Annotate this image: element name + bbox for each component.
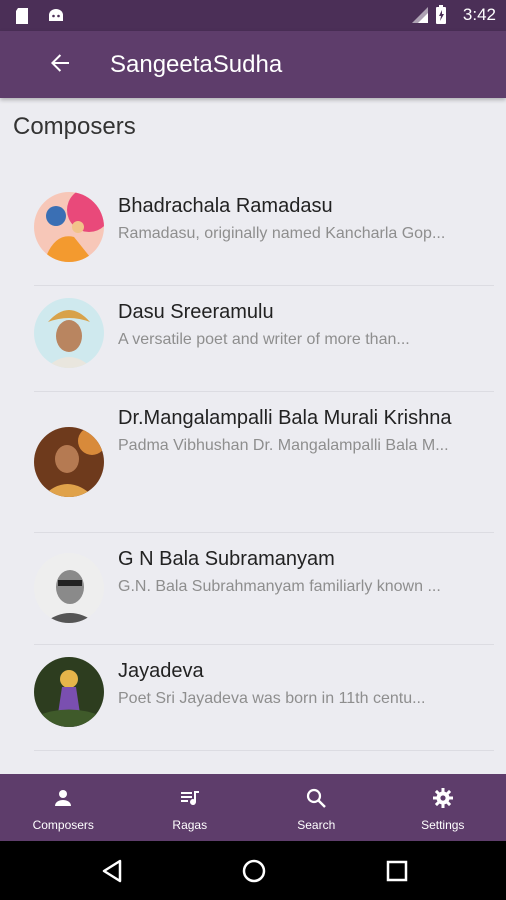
android-icon — [46, 6, 66, 26]
nav-ragas[interactable]: Ragas — [127, 774, 254, 841]
music-list-icon — [179, 787, 201, 814]
status-clock: 3:42 — [462, 5, 496, 24]
composer-avatar — [34, 298, 104, 368]
composer-item[interactable]: Dr.Mangalampalli Bala Murali Krishna Pad… — [34, 392, 494, 533]
composer-avatar — [34, 192, 104, 262]
recents-square-icon[interactable] — [384, 858, 410, 884]
nav-label: Settings — [421, 818, 465, 832]
composers-screen: Composers Bhadrachala Ramadasu Ramadasu,… — [0, 98, 506, 774]
lte-signal-icon — [407, 5, 428, 25]
app-title: SangeetaSudha — [110, 51, 283, 78]
composer-avatar — [34, 657, 104, 727]
composer-avatar — [34, 427, 104, 497]
nav-label: Composers — [32, 818, 94, 832]
composer-item[interactable]: Bhadrachala Ramadasu Ramadasu, originall… — [34, 180, 494, 286]
composer-name: Bhadrachala Ramadasu — [118, 195, 333, 217]
composer-name: G N Bala Subramanyam — [118, 548, 335, 570]
gear-icon — [432, 787, 454, 814]
search-icon — [305, 787, 327, 814]
system-navigation-bar — [0, 841, 506, 900]
nav-search[interactable]: Search — [253, 774, 380, 841]
composer-description: Ramadasu, originally named Kancharla Gop… — [118, 225, 446, 242]
section-title: Composers — [13, 113, 136, 140]
composer-item[interactable]: Jayadeva Poet Sri Jayadeva was born in 1… — [34, 645, 494, 751]
back-button[interactable] — [40, 45, 80, 85]
composer-item[interactable]: Dasu Sreeramulu A versatile poet and wri… — [34, 286, 494, 392]
nav-settings[interactable]: Settings — [380, 774, 506, 841]
sd-card-icon — [12, 6, 32, 26]
nav-label: Search — [297, 818, 336, 832]
composer-description: A versatile poet and writer of more than… — [118, 331, 410, 348]
composer-name: Jayadeva — [118, 660, 204, 682]
composer-description: Poet Sri Jayadeva was born in 11th centu… — [118, 690, 426, 707]
back-triangle-icon[interactable] — [99, 858, 125, 884]
composer-item[interactable]: G N Bala Subramanyam G.N. Bala Subrahman… — [34, 533, 494, 645]
bottom-navigation: Composers Ragas Search Settings — [0, 774, 506, 841]
arrow-back-icon — [49, 52, 71, 79]
composer-avatar — [34, 553, 104, 623]
composer-name: Dasu Sreeramulu — [118, 301, 274, 323]
battery-icon — [435, 5, 455, 25]
nav-composers[interactable]: Composers — [0, 774, 127, 841]
nav-label: Ragas — [172, 818, 208, 832]
home-circle-icon[interactable] — [241, 858, 267, 884]
person-icon — [52, 787, 74, 814]
composer-description: G.N. Bala Subrahmanyam familiarly known … — [118, 578, 441, 595]
composer-description: Padma Vibhushan Dr. Mangalampalli Bala M… — [118, 437, 449, 454]
app-bar: SangeetaSudha — [0, 31, 506, 98]
composer-list: Bhadrachala Ramadasu Ramadasu, originall… — [34, 180, 494, 751]
status-bar: 3:42 — [0, 0, 506, 31]
composer-name: Dr.Mangalampalli Bala Murali Krishna — [118, 407, 452, 429]
